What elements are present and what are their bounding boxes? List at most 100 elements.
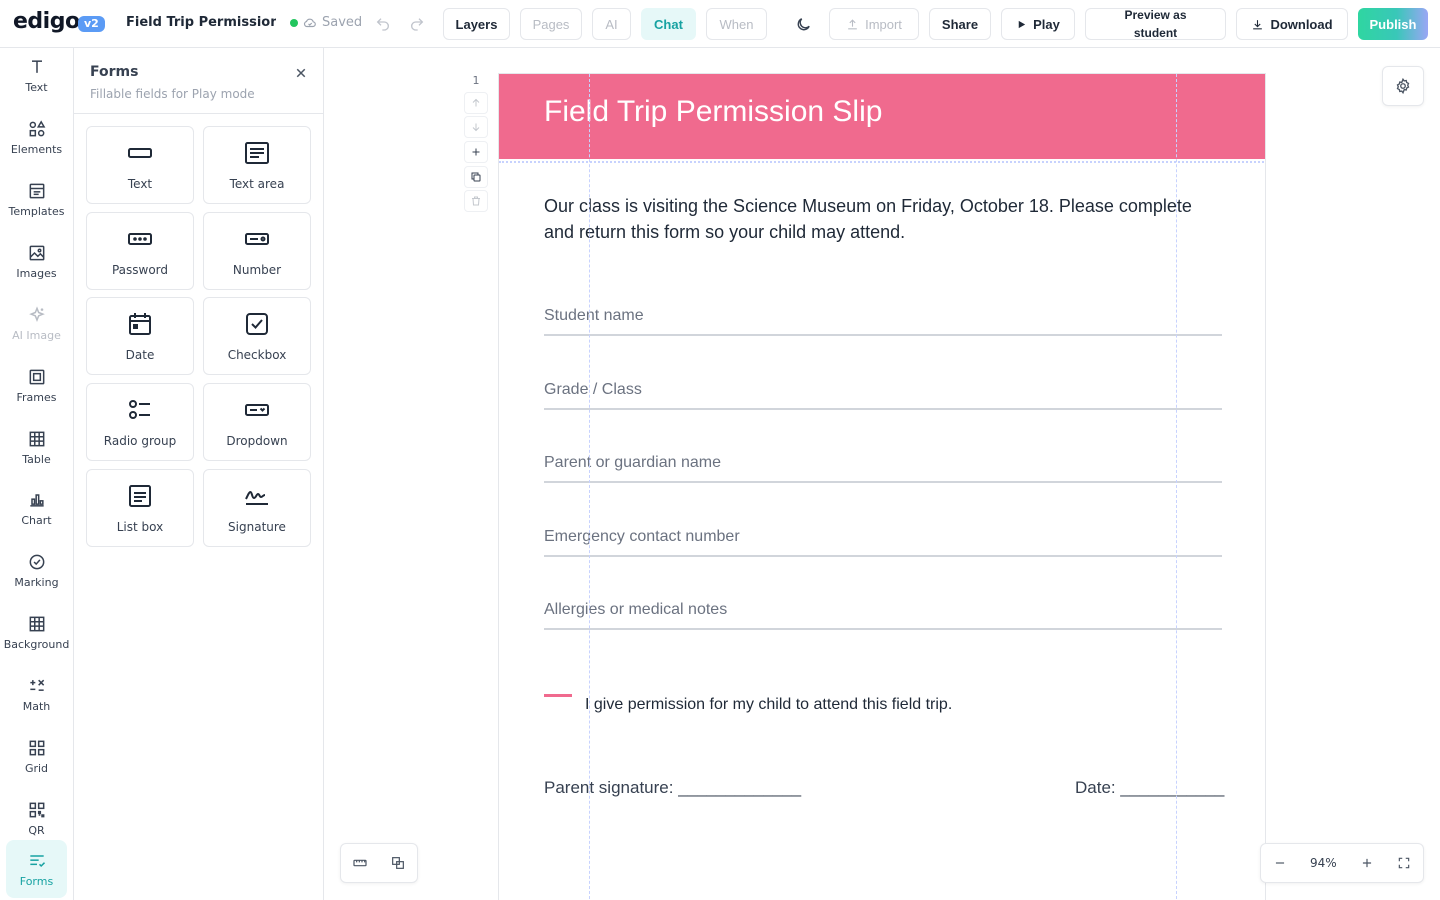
import-label: Import — [865, 16, 902, 32]
column-guide-right — [1176, 74, 1177, 900]
tool-rail: Text Elements Templates Images AI Image … — [0, 48, 74, 900]
grid-icon — [29, 616, 44, 631]
check-circle-icon — [29, 554, 44, 569]
sheet-title[interactable]: Field Trip Permission Slip — [544, 95, 882, 129]
rail-label: Table — [22, 452, 51, 466]
preview-as-student-button[interactable]: Preview as student — [1085, 8, 1226, 40]
pages-button[interactable]: Pages — [520, 8, 582, 40]
when-button[interactable]: When — [706, 8, 767, 40]
rail-label: Images — [16, 266, 57, 280]
download-button[interactable]: Download — [1236, 8, 1348, 40]
canvas-area: 1 Field Trip Permission Slip Our class i… — [324, 48, 1440, 900]
redo-button[interactable] — [403, 10, 431, 38]
rail-item-text[interactable]: Text — [6, 46, 67, 104]
publish-button[interactable]: Publish — [1358, 8, 1428, 40]
date-line[interactable]: Date: ___________ — [1075, 778, 1224, 798]
gear-icon — [1396, 77, 1410, 95]
move-page-down-button[interactable] — [464, 116, 488, 138]
cloud-icon — [303, 18, 316, 27]
student-name-field[interactable]: Student name — [544, 306, 1222, 336]
save-status: Saved — [290, 15, 362, 30]
chat-button[interactable]: Chat — [641, 8, 696, 40]
tile-label: Date — [125, 348, 155, 362]
move-page-up-button[interactable] — [464, 92, 488, 114]
form-tile-dropdown[interactable]: Dropdown — [203, 383, 311, 461]
grade-class-field[interactable]: Grade / Class — [544, 380, 1222, 410]
import-button[interactable]: Import — [829, 8, 919, 40]
share-button[interactable]: Share — [929, 8, 991, 40]
form-tile-text-area[interactable]: Text area — [203, 126, 311, 204]
tile-label: Dropdown — [226, 434, 288, 448]
column-guide-left — [589, 74, 590, 900]
tile-label: Radio group — [103, 434, 177, 448]
permission-checkbox[interactable] — [544, 694, 572, 697]
form-tile-signature[interactable]: Signature — [203, 469, 311, 547]
rail-item-forms[interactable]: Forms — [6, 840, 67, 898]
close-icon[interactable] — [292, 64, 310, 82]
rail-item-grid[interactable]: Grid — [6, 727, 67, 785]
rail-item-background[interactable]: Background — [4, 603, 69, 661]
form-tile-radio-group[interactable]: Radio group — [86, 383, 194, 461]
panel-title: Forms — [90, 64, 139, 80]
form-tile-password[interactable]: Password — [86, 212, 194, 290]
rail-label: Chart — [21, 513, 52, 527]
header-banner[interactable]: Field Trip Permission Slip — [499, 74, 1265, 159]
rail-item-marking[interactable]: Marking — [6, 541, 67, 599]
tile-label: List box — [116, 520, 164, 534]
rail-item-elements[interactable]: Elements — [6, 108, 67, 166]
rail-item-ai-image[interactable]: AI Image — [6, 294, 67, 352]
rail-label: Elements — [10, 142, 63, 156]
app-logo[interactable]: edigo — [13, 9, 80, 34]
rail-item-templates[interactable]: Templates — [6, 170, 67, 228]
preview-label-line2: student — [1133, 26, 1178, 40]
rail-item-table[interactable]: Table — [6, 418, 67, 476]
layers-button[interactable]: Layers — [443, 8, 510, 40]
form-tile-number[interactable]: Number — [203, 212, 311, 290]
rail-label: Templates — [8, 204, 65, 218]
add-page-button[interactable] — [464, 141, 488, 163]
form-tile-date[interactable]: Date — [86, 297, 194, 375]
tile-label: Text area — [229, 177, 285, 191]
rail-item-qr[interactable]: QR — [6, 789, 67, 847]
undo-button[interactable] — [369, 10, 397, 38]
rail-item-images[interactable]: Images — [6, 232, 67, 290]
form-tile-checkbox[interactable]: Checkbox — [203, 297, 311, 375]
arrange-icon[interactable] — [390, 855, 406, 871]
form-tile-list-box[interactable]: List box — [86, 469, 194, 547]
copy-icon — [471, 172, 481, 182]
download-icon — [1253, 19, 1263, 29]
delete-page-button[interactable] — [464, 190, 488, 212]
guardian-name-field[interactable]: Parent or guardian name — [544, 453, 1222, 483]
play-button[interactable]: Play — [1001, 8, 1075, 40]
checkbox-icon — [246, 313, 268, 335]
zoom-in-icon[interactable] — [1360, 856, 1374, 870]
rail-label: Frames — [16, 390, 57, 404]
rail-item-frames[interactable]: Frames — [6, 356, 67, 414]
text-area-icon — [245, 142, 269, 164]
sparkle-icon — [28, 305, 45, 322]
intro-paragraph[interactable]: Our class is visiting the Science Museum… — [544, 193, 1214, 245]
forms-panel: Forms Fillable fields for Play mode Text… — [74, 48, 324, 900]
zoom-out-icon[interactable] — [1273, 856, 1287, 870]
page-settings-button[interactable] — [1382, 66, 1424, 106]
panel-subtitle: Fillable fields for Play mode — [90, 87, 255, 101]
document-page[interactable]: Field Trip Permission Slip Our class is … — [498, 73, 1266, 900]
dark-mode-toggle[interactable] — [789, 10, 817, 38]
document-title[interactable]: Field Trip Permission Sli — [126, 15, 276, 30]
saved-dot-icon — [290, 18, 298, 27]
rail-item-math[interactable]: Math — [6, 665, 67, 723]
rail-item-chart[interactable]: Chart — [6, 479, 67, 537]
ai-button[interactable]: AI — [592, 8, 631, 40]
form-tile-text[interactable]: Text — [86, 126, 194, 204]
allergies-field[interactable]: Allergies or medical notes — [544, 600, 1222, 630]
ruler-icon[interactable] — [352, 855, 368, 871]
permission-statement[interactable]: I give permission for my child to attend… — [585, 696, 952, 714]
fullscreen-icon[interactable] — [1397, 856, 1411, 870]
parent-signature-line[interactable]: Parent signature: _____________ — [544, 778, 801, 798]
calendar-icon — [129, 313, 151, 335]
tile-label: Number — [232, 263, 282, 277]
duplicate-page-button[interactable] — [464, 166, 488, 188]
zoom-level: 94% — [1309, 856, 1337, 870]
emergency-contact-field[interactable]: Emergency contact number — [544, 527, 1222, 557]
arrow-up-icon — [472, 98, 480, 107]
